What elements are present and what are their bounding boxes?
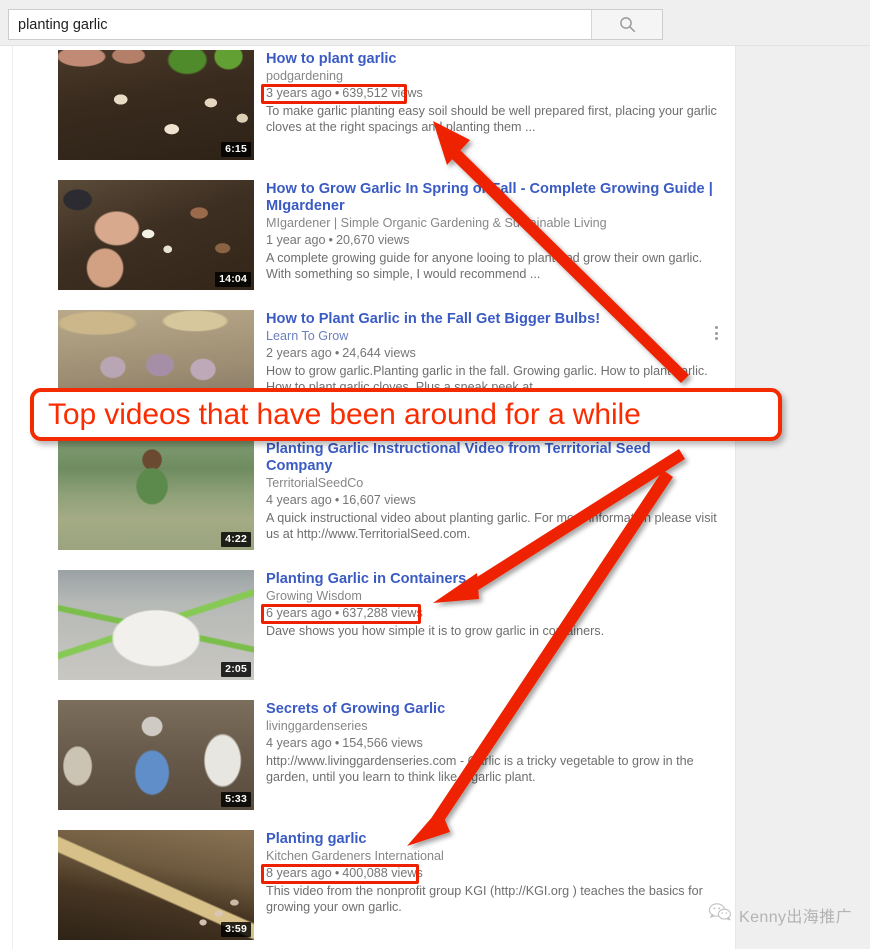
video-description: Dave shows you how simple it is to grow … — [266, 624, 605, 638]
video-stats: 8 years ago • 400,088 views — [266, 866, 423, 881]
video-title[interactable]: Secrets of Growing Garlic — [266, 701, 719, 718]
video-meta: How to plant garlic podgardening 3 years… — [254, 50, 719, 160]
video-age: 2 years ago — [266, 346, 332, 360]
video-channel[interactable]: MIgardener | Simple Organic Gardening & … — [266, 216, 719, 231]
video-age: 8 years ago — [266, 866, 332, 880]
stats-separator: • — [334, 86, 340, 100]
video-channel[interactable]: Growing Wisdom — [266, 589, 719, 604]
stats-separator: • — [334, 493, 340, 507]
video-description: To make garlic planting easy soil should… — [266, 104, 717, 134]
watermark-text: Kenny出海推广 — [739, 908, 852, 926]
video-title[interactable]: Planting Garlic Instructional Video from… — [266, 441, 719, 475]
video-title[interactable]: How to Grow Garlic In Spring or Fall - C… — [266, 181, 719, 215]
video-views: 639,512 views — [342, 86, 423, 100]
video-channel[interactable]: livinggardenseries — [266, 719, 719, 734]
stats-separator: • — [334, 866, 340, 880]
video-thumbnail[interactable]: 2:05 — [58, 570, 254, 680]
video-channel[interactable]: Kitchen Gardeners International — [266, 849, 719, 864]
table-row[interactable]: 2:05 Planting Garlic in Containers Growi… — [13, 570, 735, 680]
table-row[interactable]: 3:59 Planting garlic Kitchen Gardeners I… — [13, 830, 735, 940]
video-duration: 6:15 — [221, 141, 251, 157]
video-meta: Secrets of Growing Garlic livinggardense… — [254, 700, 719, 810]
wechat-icon — [708, 902, 732, 927]
search-bar — [8, 9, 663, 40]
video-views: 16,607 views — [342, 493, 416, 507]
video-views: 154,566 views — [342, 736, 423, 750]
video-meta: Planting garlic Kitchen Gardeners Intern… — [254, 830, 719, 940]
video-meta: Planting Garlic in Containers Growing Wi… — [254, 570, 719, 680]
video-description: This video from the nonprofit group KGI … — [266, 884, 703, 914]
video-thumbnail[interactable]: 4:22 — [58, 440, 254, 550]
search-icon — [619, 16, 636, 33]
table-row[interactable]: 4:22 Planting Garlic Instructional Video… — [13, 440, 735, 550]
video-thumbnail[interactable]: 3:59 — [58, 830, 254, 940]
stats-separator: • — [334, 736, 340, 750]
stats-separator: • — [328, 233, 333, 247]
video-title[interactable]: How to Plant Garlic in the Fall Get Bigg… — [266, 311, 719, 328]
video-views: 400,088 views — [342, 866, 423, 880]
video-stats: 1 year ago • 20,670 views — [266, 233, 409, 248]
video-channel[interactable]: Learn To Grow — [266, 329, 719, 344]
video-views: 20,670 views — [335, 233, 410, 247]
table-row[interactable]: 14:04 How to Grow Garlic In Spring or Fa… — [13, 180, 735, 290]
video-meta: Planting Garlic Instructional Video from… — [254, 440, 719, 550]
video-duration: 14:04 — [215, 271, 251, 287]
video-age: 3 years ago — [266, 86, 332, 100]
video-age: 4 years ago — [266, 493, 332, 507]
video-stats: 4 years ago • 154,566 views — [266, 736, 423, 751]
video-duration: 3:59 — [221, 921, 251, 937]
video-views: 24,644 views — [342, 346, 416, 360]
video-stats: 2 years ago • 24,644 views — [266, 346, 416, 361]
video-duration: 5:33 — [221, 791, 251, 807]
video-channel[interactable]: podgardening — [266, 69, 719, 84]
left-gutter — [0, 46, 12, 949]
search-input[interactable] — [9, 10, 591, 39]
video-channel[interactable]: TerritorialSeedCo — [266, 476, 719, 491]
more-options-icon[interactable] — [709, 326, 723, 340]
video-description: A complete growing guide for anyone looi… — [266, 251, 703, 281]
stats-separator: • — [334, 346, 340, 360]
video-description: http://www.livinggardenseries.com - Garl… — [266, 754, 694, 784]
video-stats: 3 years ago • 639,512 views — [266, 86, 423, 101]
video-thumbnail[interactable]: 6:15 — [58, 50, 254, 160]
video-thumbnail[interactable]: 14:04 — [58, 180, 254, 290]
table-row[interactable]: 6:15 How to plant garlic podgardening 3 … — [13, 50, 735, 160]
video-title[interactable]: How to plant garlic — [266, 51, 719, 68]
annotation-banner: Top videos that have been around for a w… — [30, 388, 782, 441]
watermark: Kenny出海推广 — [708, 902, 852, 927]
video-meta: How to Grow Garlic In Spring or Fall - C… — [254, 180, 719, 290]
table-row[interactable]: 5:33 Secrets of Growing Garlic livinggar… — [13, 700, 735, 810]
video-stats: 6 years ago • 637,288 views — [266, 606, 423, 621]
video-age: 6 years ago — [266, 606, 332, 620]
video-stats: 4 years ago • 16,607 views — [266, 493, 416, 508]
video-age: 1 year ago — [266, 233, 326, 247]
video-views: 637,288 views — [342, 606, 423, 620]
video-thumbnail[interactable]: 5:33 — [58, 700, 254, 810]
video-duration: 4:22 — [221, 531, 251, 547]
search-results-pane: 6:15 How to plant garlic podgardening 3 … — [12, 46, 736, 949]
video-age: 4 years ago — [266, 736, 332, 750]
screenshot-root: 6:15 How to plant garlic podgardening 3 … — [0, 0, 870, 949]
video-title[interactable]: Planting garlic — [266, 831, 719, 848]
video-duration: 2:05 — [221, 661, 251, 677]
video-title[interactable]: Planting Garlic in Containers — [266, 571, 719, 588]
video-description: A quick instructional video about planti… — [266, 511, 717, 541]
annotation-banner-text: Top videos that have been around for a w… — [48, 397, 641, 431]
search-button[interactable] — [591, 10, 662, 39]
stats-separator: • — [334, 606, 340, 620]
